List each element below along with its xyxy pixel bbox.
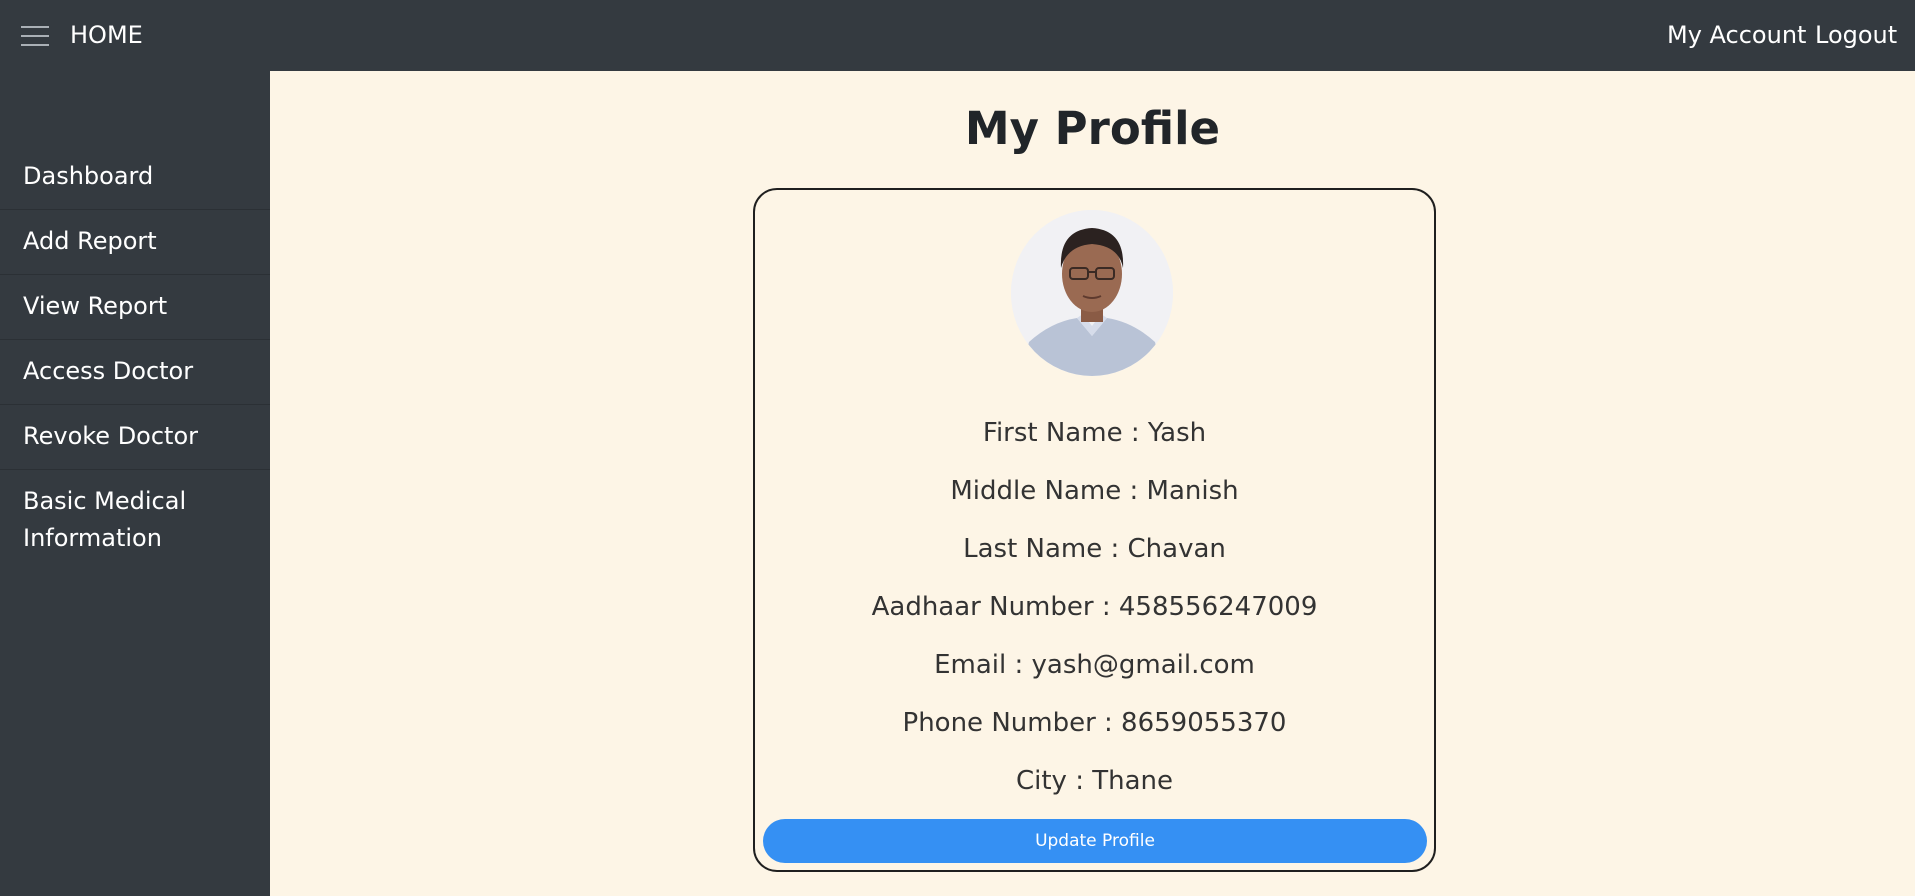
city-field: City : Thane: [1015, 766, 1173, 796]
sidebar-item-add-report[interactable]: Add Report: [0, 210, 270, 275]
sidebar-item-view-report[interactable]: View Report: [0, 275, 270, 340]
user-photo-icon: [1011, 210, 1173, 376]
top-navbar: HOME My Account Logout: [0, 0, 1915, 71]
last-name-field: Last Name : Chavan: [963, 534, 1226, 564]
sidebar: Dashboard Add Report View Report Access …: [0, 71, 270, 896]
user-photo-avatar: [1011, 210, 1173, 376]
home-link[interactable]: HOME: [70, 19, 143, 51]
profile-card: First Name : Yash Middle Name : Manish L…: [753, 188, 1436, 872]
first-name-field: First Name : Yash: [982, 418, 1207, 448]
middle-name-field: Middle Name : Manish: [950, 476, 1239, 506]
phone-number-field: Phone Number : 8659055370: [902, 708, 1287, 738]
my-account-link[interactable]: My Account: [1667, 19, 1806, 51]
sidebar-item-revoke-doctor[interactable]: Revoke Doctor: [0, 405, 270, 470]
sidebar-item-access-doctor[interactable]: Access Doctor: [0, 340, 270, 405]
main-content: My Profile First Name : Yash Middle Name…: [270, 71, 1915, 896]
logout-link[interactable]: Logout: [1815, 19, 1897, 51]
sidebar-item-dashboard[interactable]: Dashboard: [0, 145, 270, 210]
email-field: Email : yash@gmail.com: [934, 650, 1255, 680]
sidebar-item-basic-medical-information[interactable]: Basic Medical Information: [0, 470, 210, 564]
hamburger-menu-icon[interactable]: [21, 26, 49, 46]
page-title: My Profile: [964, 102, 1221, 155]
update-profile-button[interactable]: Update Profile: [763, 819, 1427, 863]
aadhaar-number-field: Aadhaar Number : 458556247009: [871, 592, 1318, 622]
